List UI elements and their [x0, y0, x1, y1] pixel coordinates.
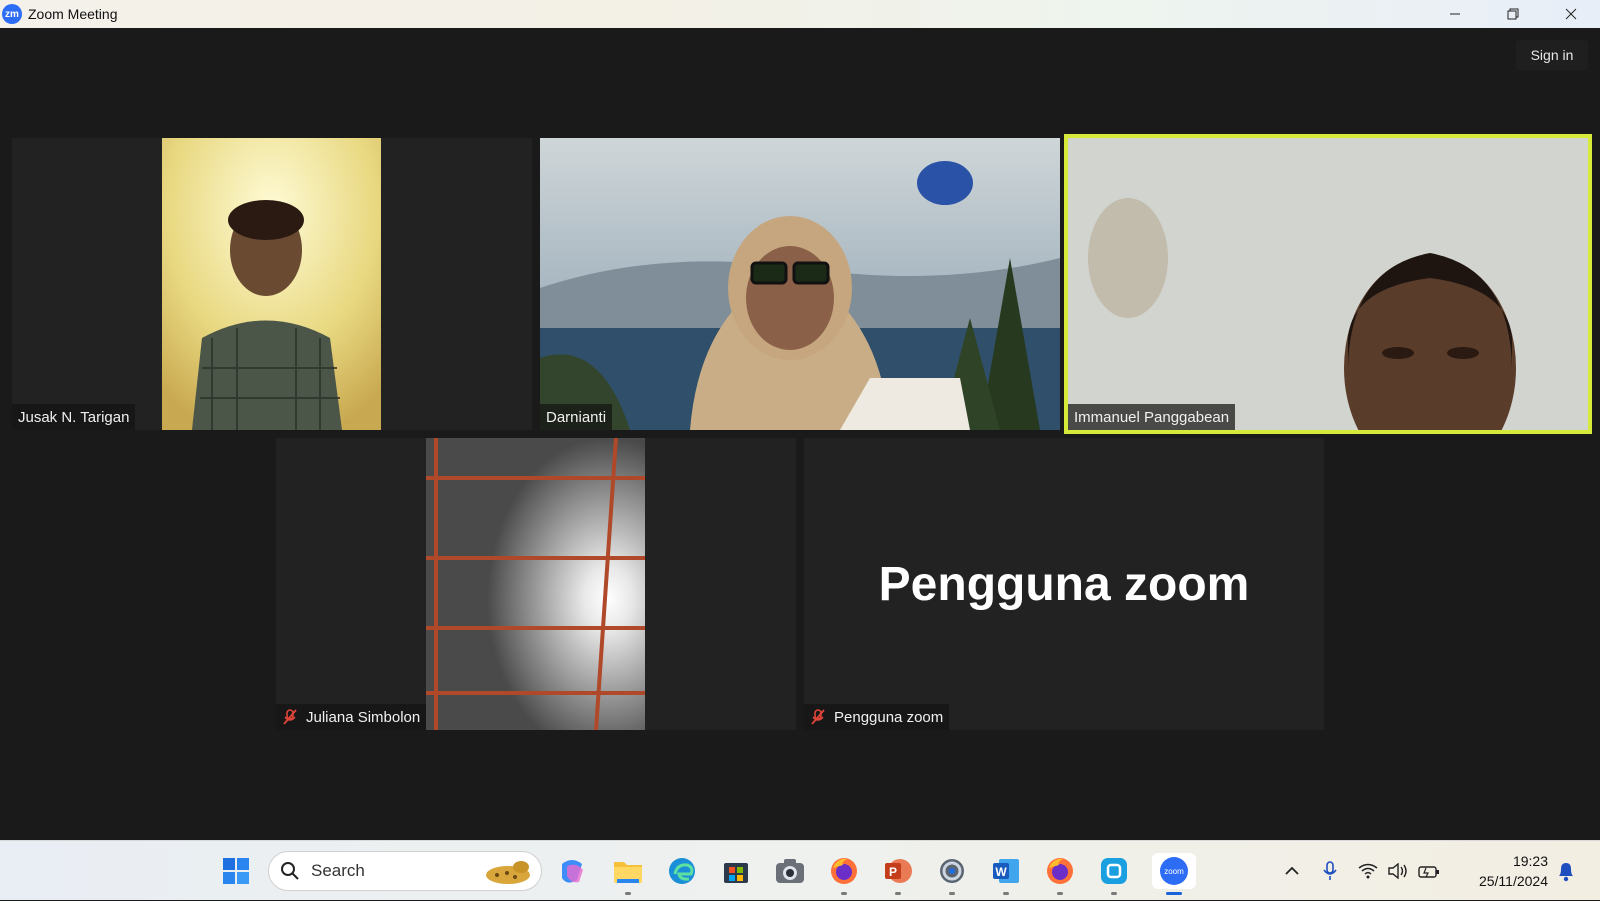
- clock-date: 25/11/2024: [1478, 873, 1548, 889]
- participant-name-label: Immanuel Panggabean: [1068, 404, 1236, 430]
- camera-icon: [776, 859, 804, 883]
- restore-button[interactable]: [1484, 0, 1542, 28]
- participant-name-label: Darnianti: [540, 404, 613, 430]
- restore-icon: [1507, 8, 1519, 20]
- settings-icon: [940, 859, 964, 883]
- svg-text:W: W: [995, 865, 1007, 879]
- participant-name-label: Pengguna zoom: [804, 704, 950, 730]
- battery-icon[interactable]: [1418, 863, 1440, 879]
- taskbar-clock[interactable]: 19:23 25/11/2024: [1479, 851, 1548, 891]
- video-tile-active-speaker[interactable]: Immanuel Panggabean: [1064, 134, 1592, 434]
- running-indicator: [1057, 892, 1063, 895]
- window-controls: [1426, 0, 1600, 28]
- participant-name: Juliana Simbolon: [306, 708, 421, 726]
- system-tray: [1284, 841, 1440, 901]
- microphone-icon[interactable]: [1322, 861, 1338, 881]
- taskbar-file-explorer[interactable]: [610, 853, 646, 895]
- sign-in-button[interactable]: Sign in: [1516, 40, 1588, 70]
- taskbar-store[interactable]: [718, 853, 754, 889]
- taskbar-firefox[interactable]: [826, 853, 862, 895]
- firefox-icon: [1047, 858, 1073, 884]
- participant-video: [162, 138, 381, 430]
- wifi-icon[interactable]: [1358, 863, 1378, 879]
- word-icon: W: [993, 859, 1019, 883]
- participant-video: [426, 438, 645, 730]
- taskbar-camera[interactable]: [772, 853, 808, 889]
- taskbar-edge[interactable]: [664, 853, 700, 889]
- muted-microphone-icon: [283, 709, 297, 725]
- powerpoint-icon: P: [885, 859, 912, 883]
- participant-video: [1068, 138, 1588, 430]
- notification-bell-icon[interactable]: [1556, 860, 1576, 882]
- taskbar-settings[interactable]: [934, 853, 970, 895]
- taskbar-app[interactable]: [1096, 853, 1132, 895]
- video-off-name: Pengguna zoom: [878, 557, 1250, 611]
- search-placeholder: Search: [311, 861, 365, 880]
- file-explorer-icon: [614, 862, 642, 883]
- running-indicator: [625, 892, 631, 895]
- muted-microphone-icon: [811, 709, 825, 725]
- chevron-up-icon[interactable]: [1284, 863, 1300, 879]
- search-highlight-icon: [486, 861, 530, 884]
- video-tile[interactable]: Jusak N. Tarigan: [12, 138, 532, 430]
- minimize-icon: [1450, 13, 1460, 15]
- running-indicator: [1003, 892, 1009, 895]
- running-indicator: [949, 892, 955, 895]
- taskbar-word[interactable]: W: [988, 853, 1024, 895]
- svg-text:P: P: [889, 865, 897, 879]
- store-icon: [724, 863, 748, 883]
- start-button[interactable]: [218, 853, 254, 889]
- zoom-logo-icon: zm: [2, 4, 22, 24]
- volume-icon[interactable]: [1388, 863, 1408, 879]
- video-tile[interactable]: Juliana Simbolon: [276, 438, 796, 730]
- clock-time: 19:23: [1512, 853, 1548, 869]
- zoom-icon: zoom: [1160, 857, 1188, 885]
- edge-icon: [669, 858, 695, 884]
- participant-name: Jusak N. Tarigan: [18, 408, 130, 426]
- close-button[interactable]: [1542, 0, 1600, 28]
- participant-video: [540, 138, 1060, 430]
- close-icon: [1565, 8, 1577, 20]
- video-tile[interactable]: Pengguna zoom Pengguna zoom: [804, 438, 1324, 730]
- meeting-area: Sign in Jusak N. Tarigan Darnianti Imman…: [0, 28, 1600, 840]
- participant-name-label: Jusak N. Tarigan: [12, 404, 136, 430]
- title-bar: zm Zoom Meeting: [0, 0, 1600, 28]
- participant-name-label: Juliana Simbolon: [276, 704, 427, 730]
- active-indicator: [1166, 892, 1182, 895]
- running-indicator: [841, 892, 847, 895]
- svg-text:zoom: zoom: [1164, 867, 1184, 876]
- taskbar-zoom[interactable]: zoom: [1152, 853, 1196, 895]
- taskbar-powerpoint[interactable]: P: [880, 853, 916, 895]
- participant-name: Pengguna zoom: [834, 708, 944, 726]
- windows-start-icon: [223, 858, 249, 884]
- app-icon: [1101, 858, 1127, 884]
- participant-name: Darnianti: [546, 408, 607, 426]
- copilot-icon: [562, 860, 583, 883]
- taskbar-search[interactable]: Search: [268, 851, 542, 891]
- firefox-icon: [831, 858, 857, 884]
- window-title: Zoom Meeting: [28, 6, 118, 22]
- running-indicator: [1111, 892, 1117, 895]
- video-tile[interactable]: Darnianti: [540, 138, 1060, 430]
- taskbar-firefox-2[interactable]: [1042, 853, 1078, 895]
- running-indicator: [895, 892, 901, 895]
- taskbar: Search P W zoom 19:23 25/11/2024: [0, 840, 1600, 900]
- participant-name: Immanuel Panggabean: [1074, 408, 1230, 426]
- search-icon: [281, 862, 299, 880]
- taskbar-copilot[interactable]: [554, 853, 590, 889]
- minimize-button[interactable]: [1426, 0, 1484, 28]
